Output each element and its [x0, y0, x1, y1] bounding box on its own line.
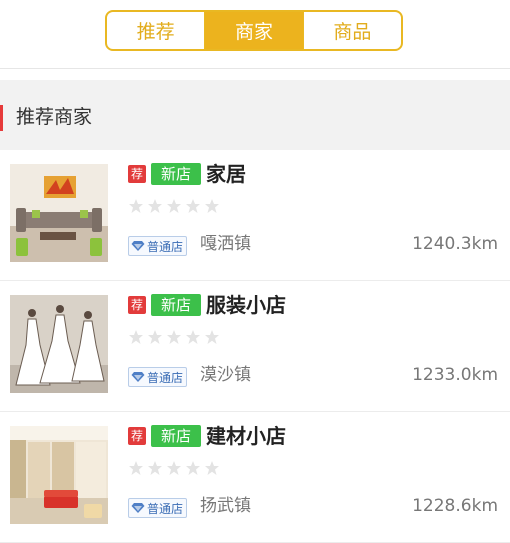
shop-town: 漠沙镇 — [200, 365, 251, 385]
shop-thumbnail — [10, 426, 108, 524]
diamond-icon — [131, 240, 145, 252]
star-icon — [185, 460, 201, 476]
shop-distance: 1240.3km — [412, 234, 498, 254]
segmented-tabs: 推荐 商家 商品 — [105, 10, 403, 51]
diamond-icon — [131, 502, 145, 514]
rating-stars — [128, 460, 220, 476]
tab-products[interactable]: 商品 — [302, 12, 401, 49]
shop-level-label: 普通店 — [147, 370, 184, 385]
shop-name: 家居 — [206, 162, 246, 186]
showroom-image — [10, 426, 108, 524]
top-bar: 推荐 商家 商品 — [0, 0, 510, 69]
rating-stars — [128, 329, 220, 345]
shop-town: 扬武镇 — [200, 496, 251, 516]
shop-item[interactable]: 荐 新店 建材小店 普通店 扬武镇 1228.6km — [0, 412, 510, 543]
star-icon — [204, 460, 220, 476]
section-title: 推荐商家 — [16, 105, 93, 128]
diamond-icon — [131, 371, 145, 383]
star-icon — [128, 460, 144, 476]
star-icon — [147, 460, 163, 476]
section-header: 推荐商家 — [0, 80, 510, 150]
rating-stars — [128, 198, 220, 214]
star-icon — [166, 460, 182, 476]
star-icon — [204, 329, 220, 345]
recommend-badge: 荐 — [128, 165, 146, 183]
new-shop-badge: 新店 — [151, 425, 201, 447]
shop-level-badge: 普通店 — [128, 367, 188, 387]
star-icon — [147, 198, 163, 214]
new-shop-badge: 新店 — [151, 163, 201, 185]
star-icon — [204, 198, 220, 214]
shop-level-badge: 普通店 — [128, 498, 188, 518]
star-icon — [147, 329, 163, 345]
shop-list: 荐 新店 家居 普通店 嘎洒镇 1240.3km 荐 新店 服装小店 普通店 漠… — [0, 150, 510, 543]
shop-level-label: 普通店 — [147, 501, 184, 516]
shop-level-label: 普通店 — [147, 239, 184, 254]
star-icon — [166, 198, 182, 214]
spacer — [0, 69, 510, 80]
star-icon — [128, 329, 144, 345]
tab-merchants[interactable]: 商家 — [204, 12, 303, 49]
dresses-sketch-image — [10, 295, 108, 393]
new-shop-badge: 新店 — [151, 294, 201, 316]
star-icon — [128, 198, 144, 214]
shop-thumbnail — [10, 295, 108, 393]
shop-town: 嘎洒镇 — [200, 234, 251, 254]
shop-distance: 1228.6km — [412, 496, 498, 516]
star-icon — [185, 198, 201, 214]
shop-level-badge: 普通店 — [128, 236, 188, 256]
shop-thumbnail — [10, 164, 108, 262]
shop-distance: 1233.0km — [412, 365, 498, 385]
tab-recommend[interactable]: 推荐 — [107, 12, 204, 49]
recommend-badge: 荐 — [128, 296, 146, 314]
shop-name: 服装小店 — [206, 293, 286, 317]
shop-item[interactable]: 荐 新店 服装小店 普通店 漠沙镇 1233.0km — [0, 281, 510, 412]
section-accent-bar — [0, 105, 3, 131]
star-icon — [185, 329, 201, 345]
recommend-badge: 荐 — [128, 427, 146, 445]
shop-name: 建材小店 — [206, 424, 286, 448]
living-room-image — [10, 164, 108, 262]
star-icon — [166, 329, 182, 345]
shop-item[interactable]: 荐 新店 家居 普通店 嘎洒镇 1240.3km — [0, 150, 510, 281]
